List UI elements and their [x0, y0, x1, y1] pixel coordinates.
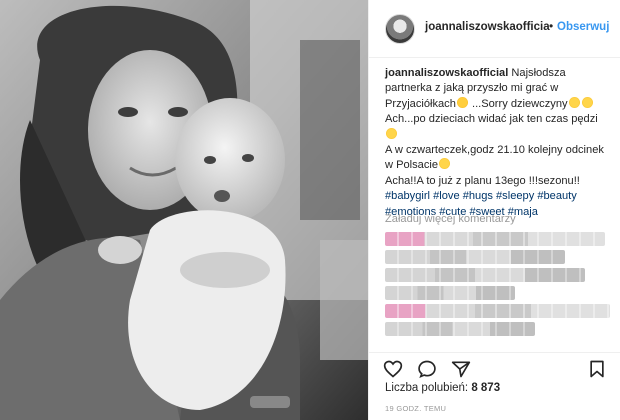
caption-line-3a: Przyjaciółkach — [385, 97, 456, 110]
load-more-comments-button[interactable]: Załaduj więcej komentarzy — [385, 213, 516, 225]
blurred-comment — [385, 304, 610, 318]
caption-username[interactable]: joannaliszowskaofficial — [385, 67, 508, 79]
follow-button[interactable]: Obserwuj — [557, 21, 609, 33]
bookmark-icon[interactable] — [587, 359, 607, 379]
blurred-comment — [385, 268, 585, 282]
heart-eyes-emoji-icon — [456, 96, 468, 108]
post-photo[interactable] — [0, 0, 368, 420]
hashtags-line-1[interactable]: #babygirl #love #hugs #sleepy #beauty — [385, 189, 611, 204]
caption-line-3b: ...Sorry dziewczyny — [468, 97, 568, 110]
blurred-comment — [385, 322, 535, 336]
caption-line-1: Najsłodsza — [508, 67, 566, 79]
avatar[interactable] — [385, 14, 415, 44]
separator-dot: • — [549, 19, 554, 33]
blurred-comment — [385, 250, 565, 264]
comment-icon[interactable] — [417, 359, 437, 379]
smile-emoji-icon — [439, 158, 451, 170]
likes-number: 8 873 — [471, 382, 501, 394]
caption: joannaliszowskaofficial Najsłodsza partn… — [385, 66, 611, 220]
caption-line-8: Acha!!A to już z planu 13ego !!!sezonu!! — [385, 174, 580, 187]
action-bar — [369, 352, 620, 379]
blurred-comment — [385, 286, 515, 300]
likes-label: Liczba polubień: — [385, 382, 472, 394]
post-timestamp[interactable]: 19 GODZ. TEMU — [385, 404, 446, 413]
likes-count[interactable]: Liczba polubień: 8 873 — [385, 382, 500, 394]
blurred-comment — [385, 232, 605, 246]
tears-of-joy-emoji-icon — [581, 96, 593, 108]
header-username[interactable]: joannaliszowskaofficia — [425, 21, 550, 33]
caption-line-6: A w czwarteczek,godz 21.10 kolejny odcin… — [385, 144, 604, 157]
photo-illustration — [0, 0, 368, 420]
post-sidebar: joannaliszowskaofficia • Obserwuj joanna… — [368, 0, 620, 420]
caption-line-4: Ach...po dzieciach widać jak ten czas pę… — [385, 113, 598, 126]
heart-icon[interactable] — [383, 359, 403, 379]
caption-line-7: w Polsacie — [385, 159, 439, 172]
caption-line-2: partnerka z jaką przyszło mi grać w — [385, 82, 559, 95]
wink-emoji-icon — [386, 127, 397, 139]
share-icon[interactable] — [451, 359, 471, 379]
grin-sweat-emoji-icon — [568, 96, 580, 108]
post-header: joannaliszowskaofficia • Obserwuj — [369, 0, 620, 58]
